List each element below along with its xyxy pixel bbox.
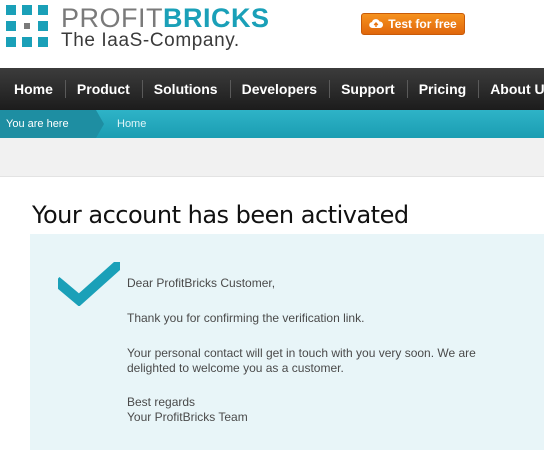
brand-name-part2: BRICKS: [163, 3, 270, 33]
brand-logo[interactable]: PROFITBRICKS The IaaS-Company.: [6, 3, 269, 51]
message-team: Your ProfitBricks Team: [127, 410, 248, 424]
message-contact-line2: delighted to welcome you as a customer.: [127, 361, 344, 375]
breadcrumb: You are here Home: [0, 110, 544, 138]
brand-tagline: The IaaS-Company.: [61, 30, 240, 51]
cloud-upload-icon: [369, 19, 384, 29]
message-regards: Best regards: [127, 395, 196, 409]
nav-label: Home: [14, 81, 53, 97]
message-contact-line1: Your personal contact will get in touch …: [127, 346, 476, 360]
nav-item-pricing[interactable]: Pricing: [406, 68, 478, 110]
cta-label: Test for free: [388, 17, 457, 31]
nav-item-home[interactable]: Home: [0, 68, 65, 110]
nav-item-about-us[interactable]: About Us: [478, 68, 544, 110]
checkmark-icon: [58, 262, 120, 306]
nav-label: Developers: [241, 81, 318, 97]
breadcrumb-arrow-icon: [96, 110, 104, 138]
nav-item-developers[interactable]: Developers: [229, 68, 329, 110]
subheader-band: [0, 138, 544, 177]
nav-label: Support: [341, 81, 395, 97]
site-header: PROFITBRICKS The IaaS-Company. Test for …: [0, 0, 544, 68]
nav-item-support[interactable]: Support: [329, 68, 407, 110]
nav-item-product[interactable]: Product: [64, 68, 142, 110]
nav-label: Pricing: [418, 81, 467, 97]
test-for-free-button[interactable]: Test for free: [361, 13, 465, 35]
message-greeting: Dear ProfitBricks Customer,: [127, 276, 276, 290]
nav-item-solutions[interactable]: Solutions: [141, 68, 230, 110]
message-thanks: Thank you for confirming the verificatio…: [127, 311, 365, 325]
brand-name-part1: PROFIT: [61, 3, 163, 33]
nav-label: About Us: [490, 81, 544, 97]
nav-label: Solutions: [153, 81, 218, 97]
page-title: Your account has been activated: [32, 201, 409, 229]
main-nav: Home Product Solutions Developers Suppor…: [0, 68, 544, 110]
breadcrumb-you-are-here: You are here: [0, 110, 96, 138]
nav-label: Product: [76, 81, 130, 97]
logo-bricks-icon: [6, 5, 48, 47]
brand-name: PROFITBRICKS: [61, 3, 270, 33]
breadcrumb-home-link[interactable]: Home: [117, 110, 146, 138]
